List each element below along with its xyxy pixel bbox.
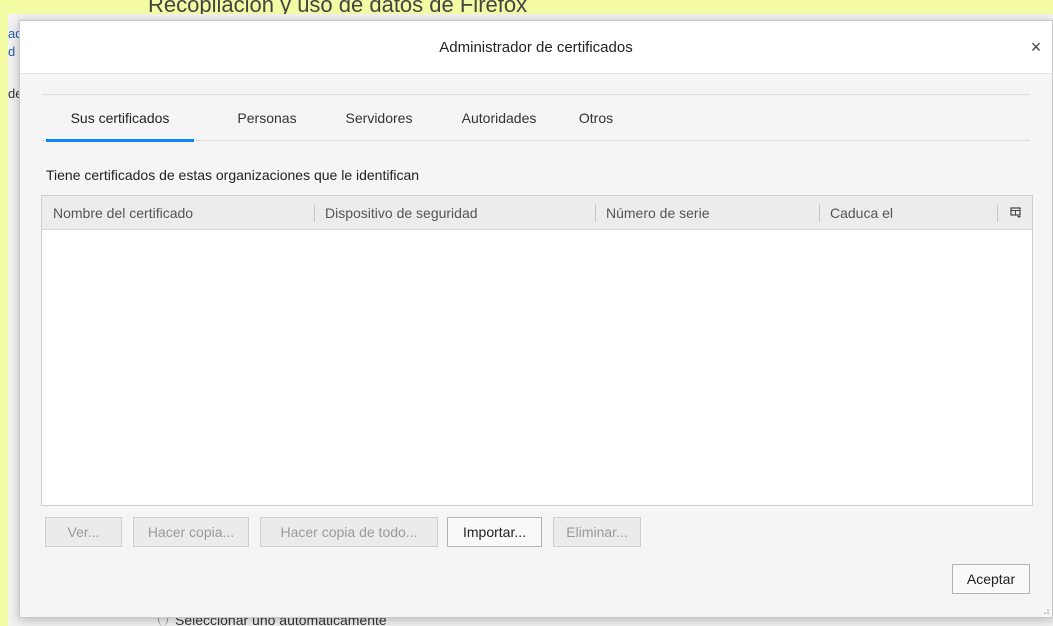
delete-button[interactable]: Eliminar...: [553, 517, 641, 547]
tab-people[interactable]: Personas: [227, 95, 307, 141]
column-picker-icon[interactable]: [1010, 206, 1022, 218]
column-separator[interactable]: [997, 204, 998, 222]
tab-authorities[interactable]: Autoridades: [446, 95, 552, 141]
column-header-certificate-name[interactable]: Nombre del certificado: [53, 205, 193, 221]
accept-button[interactable]: Aceptar: [952, 564, 1030, 594]
close-icon[interactable]: ×: [1026, 37, 1046, 57]
tab-others[interactable]: Otros: [571, 95, 621, 141]
column-header-security-device[interactable]: Dispositivo de seguridad: [325, 205, 478, 221]
resize-grip-icon[interactable]: [1042, 607, 1050, 615]
view-button[interactable]: Ver...: [45, 517, 122, 547]
backup-all-button[interactable]: Hacer copia de todo...: [260, 517, 438, 547]
column-separator[interactable]: [314, 204, 315, 222]
certificate-tabs: Sus certificados Personas Servidores Aut…: [42, 94, 1030, 142]
column-header-expires-on[interactable]: Caduca el: [830, 205, 893, 221]
column-separator[interactable]: [819, 204, 820, 222]
page-background-strip: [0, 0, 8, 626]
table-body: [42, 230, 1032, 505]
column-separator[interactable]: [595, 204, 596, 222]
certificate-manager-dialog: Administrador de certificados × Sus cert…: [19, 20, 1053, 618]
table-header: Nombre del certificado Dispositivo de se…: [42, 196, 1032, 230]
background-page-heading: Recopilación y uso de datos de Firefox: [148, 0, 528, 14]
dialog-title: Administrador de certificados: [439, 39, 633, 56]
certificate-table[interactable]: Nombre del certificado Dispositivo de se…: [41, 195, 1033, 506]
column-header-serial-number[interactable]: Número de serie: [606, 205, 710, 221]
tab-your-certificates[interactable]: Sus certificados: [46, 95, 194, 142]
dialog-titlebar: Administrador de certificados ×: [20, 21, 1052, 74]
tab-description: Tiene certificados de estas organizacion…: [46, 167, 420, 183]
tab-servers[interactable]: Servidores: [331, 95, 427, 141]
import-button[interactable]: Importar...: [447, 517, 542, 547]
backup-button[interactable]: Hacer copia...: [133, 517, 249, 547]
